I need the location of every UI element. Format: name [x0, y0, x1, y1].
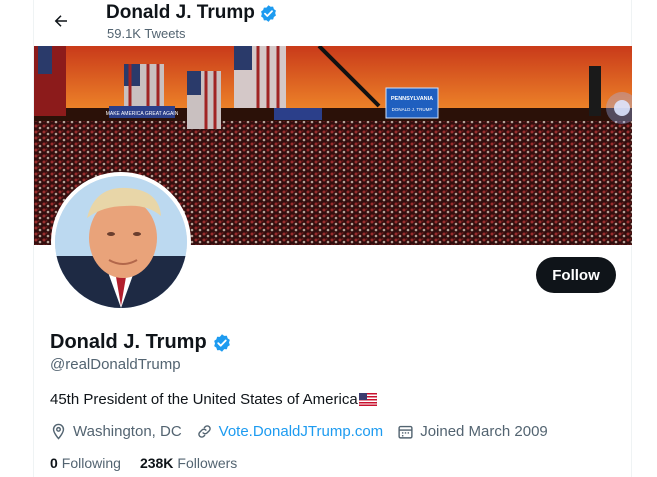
- flag-2: [187, 71, 221, 129]
- svg-text:PENNSYLVANIA: PENNSYLVANIA: [391, 96, 433, 102]
- following-link[interactable]: 0 Following: [50, 455, 121, 471]
- profile-bio: 45th President of the United States of A…: [50, 391, 377, 408]
- link-icon: [196, 423, 213, 440]
- flag-left: [34, 46, 66, 116]
- followers-link[interactable]: 238K Followers: [140, 455, 237, 471]
- verified-badge-icon: [212, 333, 232, 353]
- location-text: Washington, DC: [73, 423, 182, 440]
- svg-text:DONALD J. TRUMP: DONALD J. TRUMP: [392, 107, 433, 112]
- verified-badge-icon: [259, 4, 278, 23]
- followers-count: 238K: [139, 455, 174, 471]
- back-button[interactable]: [46, 6, 76, 36]
- location-item: Washington, DC: [50, 423, 182, 440]
- us-flag-icon: [358, 393, 377, 406]
- following-label: Following: [61, 455, 121, 471]
- profile-handle: @realDonaldTrump: [50, 356, 181, 373]
- website-link[interactable]: Vote.DonaldJTrump.com: [219, 423, 384, 440]
- header-name-text: Donald J. Trump: [106, 2, 255, 23]
- tweet-count: 59.1K Tweets: [107, 26, 186, 41]
- website-item[interactable]: Vote.DonaldJTrump.com: [196, 423, 384, 440]
- calendar-icon: [397, 423, 414, 440]
- profile-avatar[interactable]: [51, 172, 191, 312]
- profile-stats: 0 Following 238K Followers: [50, 455, 256, 471]
- followers-label: Followers: [177, 455, 238, 471]
- arrow-left-icon: [52, 12, 70, 30]
- follow-button[interactable]: Follow: [536, 257, 616, 293]
- header-title: Donald J. Trump: [106, 2, 278, 24]
- profile-name-text: Donald J. Trump: [50, 331, 207, 353]
- flag-3: [234, 46, 286, 108]
- bio-text: 45th President of the United States of A…: [50, 391, 358, 408]
- location-pin-icon: [50, 423, 67, 440]
- profile-display-name: Donald J. Trump: [50, 331, 232, 354]
- profile-meta: Washington, DC Vote.DonaldJTrump.com Joi…: [50, 423, 562, 440]
- following-count: 0: [50, 455, 58, 471]
- banner-slogan-left: MAKE AMERICA GREAT AGAIN: [106, 111, 179, 117]
- joined-text: Joined March 2009: [420, 423, 548, 440]
- rally-sign: PENNSYLVANIA DONALD J. TRUMP: [385, 87, 439, 119]
- joined-item: Joined March 2009: [397, 423, 548, 440]
